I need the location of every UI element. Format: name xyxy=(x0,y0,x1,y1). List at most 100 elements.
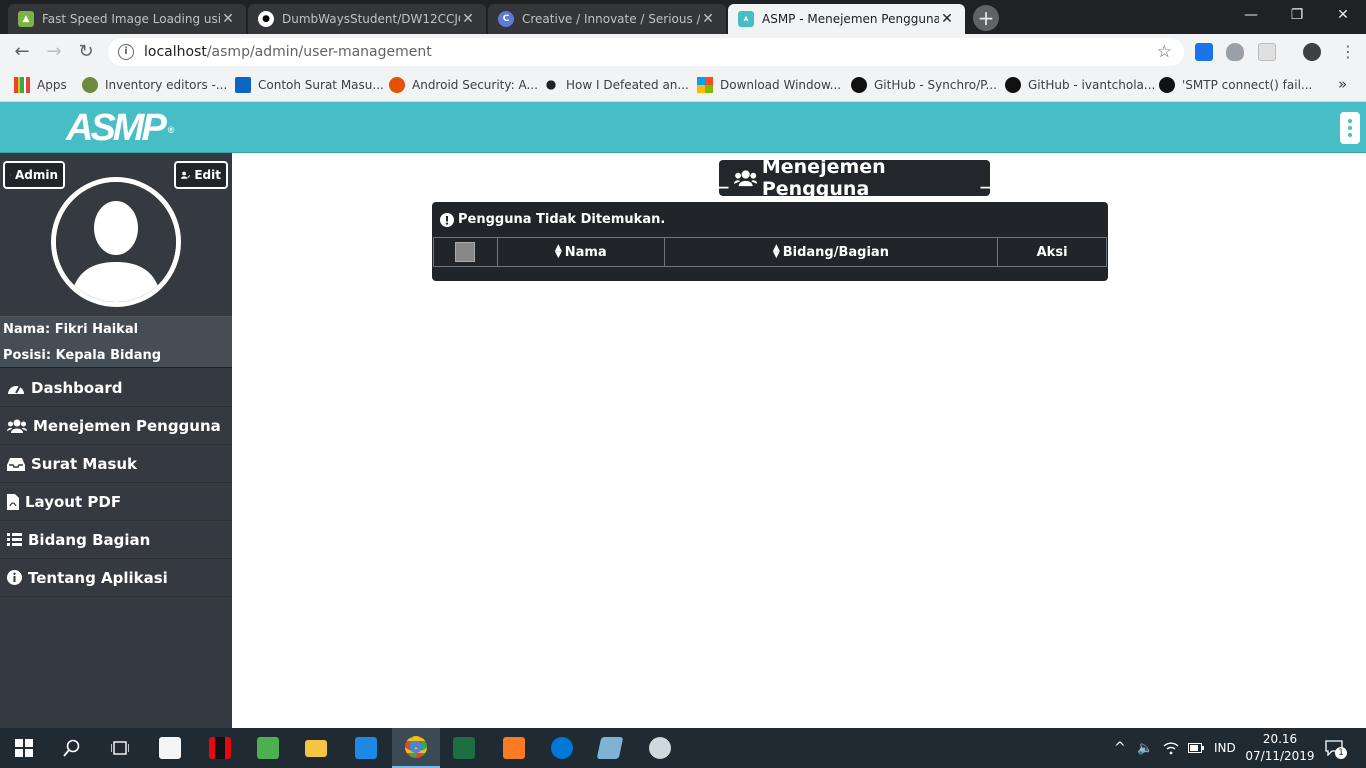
extension-icon[interactable] xyxy=(1258,43,1276,61)
sidebar-item-about[interactable]: Tentang Aplikasi xyxy=(0,559,232,597)
app-header: ASMP ® xyxy=(0,102,1366,153)
page-title: _ Menejemen Pengguna _ xyxy=(719,156,990,200)
user-icon xyxy=(10,174,11,176)
logo-registered-mark: ® xyxy=(167,125,175,135)
bookmark-item[interactable]: 'SMTP connect() fail... xyxy=(1159,77,1312,93)
input-language-indicator[interactable]: IND xyxy=(1214,728,1236,768)
shield-extension-icon[interactable] xyxy=(1226,43,1244,61)
profile-name: Nama: Fikri Haikal xyxy=(3,322,139,337)
close-tab-icon[interactable]: ✕ xyxy=(220,11,236,27)
edit-profile-button[interactable]: Edit xyxy=(174,161,228,189)
windows-logo-icon xyxy=(15,739,33,757)
close-tab-icon[interactable]: ✕ xyxy=(939,11,955,27)
browser-tab[interactable]: C Creative / Innovate / Serious / Te ✕ xyxy=(488,4,726,34)
browser-toolbar: ← → ↻ i localhost/asmp/admin/user-manage… xyxy=(0,34,1366,70)
sort-icon: ▲ ▼ xyxy=(554,243,562,260)
excel-icon[interactable] xyxy=(440,728,488,768)
more-bookmarks-button[interactable]: » xyxy=(1338,75,1347,93)
url-path: /asmp/admin/user-management xyxy=(206,44,432,60)
windows-taskbar: ^ 🔈 IND 20.16 07/11/2019 1 xyxy=(0,728,1366,768)
new-tab-button[interactable]: + xyxy=(973,5,999,31)
reload-icon[interactable]: ↻ xyxy=(74,40,98,64)
site-info-icon[interactable]: i xyxy=(118,44,134,60)
user-edit-icon xyxy=(181,171,191,179)
file-explorer-icon[interactable] xyxy=(292,728,340,768)
system-clock[interactable]: 20.16 07/11/2019 xyxy=(1245,731,1315,765)
sidebar-item-departments[interactable]: Bidang Bagian xyxy=(0,521,232,559)
bookmark-label: Download Window... xyxy=(720,78,842,92)
sidebar-item-label: Layout PDF xyxy=(25,492,122,511)
vscode-icon[interactable] xyxy=(342,728,390,768)
minimize-icon[interactable]: — xyxy=(1228,0,1274,30)
show-hidden-icons-icon[interactable]: ^ xyxy=(1114,728,1126,768)
battery-icon[interactable] xyxy=(1188,728,1204,768)
speaker-icon[interactable]: 🔈 xyxy=(1137,728,1153,768)
exclamation-circle-icon xyxy=(440,212,454,227)
tab-title: ASMP - Menejemen Pengguna xyxy=(762,12,939,26)
extension-icon[interactable] xyxy=(1195,43,1213,61)
task-view-icon[interactable] xyxy=(96,728,144,768)
logo-text: ASMP xyxy=(66,107,167,149)
column-header-actions: Aksi xyxy=(997,237,1107,267)
empty-state-message: Pengguna Tidak Ditemukan. xyxy=(440,212,665,227)
sidebar-item-label: Tentang Aplikasi xyxy=(28,568,168,587)
github-favicon-icon: ● xyxy=(258,11,274,27)
bookmark-item[interactable]: Android Security: A... xyxy=(389,77,538,93)
bookmark-item[interactable]: Contoh Surat Masu... xyxy=(235,77,384,93)
bookmark-item[interactable]: Inventory editors -... xyxy=(82,77,227,93)
chrome-menu-icon[interactable]: ⋮ xyxy=(1336,40,1360,64)
paint-icon[interactable] xyxy=(636,728,684,768)
back-icon[interactable]: ← xyxy=(10,40,34,64)
app-icon[interactable] xyxy=(586,728,634,768)
forward-icon[interactable]: → xyxy=(42,40,66,64)
network-icon[interactable] xyxy=(1163,728,1179,768)
sidebar-item-layout-pdf[interactable]: Layout PDF xyxy=(0,483,232,521)
sidebar-item-dashboard[interactable]: Dashboard xyxy=(0,369,232,407)
action-center-icon[interactable]: 1 xyxy=(1325,728,1347,768)
bookmark-item[interactable]: Download Window... xyxy=(697,77,841,93)
tachometer-icon xyxy=(7,379,25,397)
bookmark-item[interactable]: GitHub - ivantchola... xyxy=(1005,77,1155,93)
select-all-checkbox[interactable] xyxy=(455,242,476,262)
browser-tab[interactable]: ▲ Fast Speed Image Loading using ✕ xyxy=(8,4,246,34)
amazon-app-icon[interactable] xyxy=(146,728,194,768)
bookmark-label: Android Security: A... xyxy=(412,78,538,92)
start-button[interactable] xyxy=(0,728,48,768)
user-table: ▲ ▼ Nama ▲ ▼ Bidang/Bagian Aksi xyxy=(433,237,1107,267)
url-host: localhost xyxy=(144,44,207,60)
xampp-icon[interactable] xyxy=(490,728,538,768)
profile-info: Nama: Fikri Haikal Posisi: Kepala Bidang xyxy=(0,316,232,368)
sidebar-item-user-management[interactable]: Menejemen Pengguna xyxy=(0,407,232,445)
empty-state-text: Pengguna Tidak Ditemukan. xyxy=(458,212,666,227)
column-header-label: Aksi xyxy=(1036,244,1068,260)
sidebar-item-incoming-mail[interactable]: Surat Masuk xyxy=(0,445,232,483)
address-bar[interactable]: i localhost/asmp/admin/user-management ☆ xyxy=(108,38,1184,66)
bookmark-star-icon[interactable]: ☆ xyxy=(1157,42,1172,62)
pdf-file-icon xyxy=(7,493,19,511)
inbox-icon xyxy=(7,455,25,473)
column-header-name[interactable]: ▲ ▼ Nama xyxy=(496,237,665,267)
restore-icon[interactable]: ❐ xyxy=(1274,0,1320,30)
tab-title: Fast Speed Image Loading using xyxy=(42,12,220,26)
profile-avatar[interactable] xyxy=(1303,43,1321,61)
search-icon[interactable] xyxy=(48,728,96,768)
netflix-app-icon[interactable] xyxy=(196,728,244,768)
close-tab-icon[interactable]: ✕ xyxy=(460,11,476,27)
header-menu-button[interactable] xyxy=(1340,112,1360,144)
chrome-taskbar-icon[interactable] xyxy=(392,728,440,768)
spreadsheet-app-icon[interactable] xyxy=(244,728,292,768)
app-logo[interactable]: ASMP ® xyxy=(66,107,174,149)
browser-tab-active[interactable]: A ASMP - Menejemen Pengguna ✕ xyxy=(728,4,965,34)
bookmark-item[interactable]: GitHub - Synchro/P... xyxy=(851,77,997,93)
admin-role-button[interactable]: Admin xyxy=(3,161,65,189)
close-window-icon[interactable]: ✕ xyxy=(1320,0,1366,30)
close-tab-icon[interactable]: ✕ xyxy=(700,11,716,27)
edge-icon[interactable] xyxy=(538,728,586,768)
avatar xyxy=(51,177,181,307)
sidebar-item-label: Menejemen Pengguna xyxy=(33,416,221,435)
column-header-department[interactable]: ▲ ▼ Bidang/Bagian xyxy=(663,237,999,267)
dots-icon xyxy=(543,77,559,93)
bookmark-item[interactable]: How I Defeated an... xyxy=(543,77,689,93)
browser-tab[interactable]: ● DumbWaysStudent/DW12CCJG9 ✕ xyxy=(248,4,486,34)
bookmark-apps[interactable]: Apps xyxy=(14,77,67,93)
